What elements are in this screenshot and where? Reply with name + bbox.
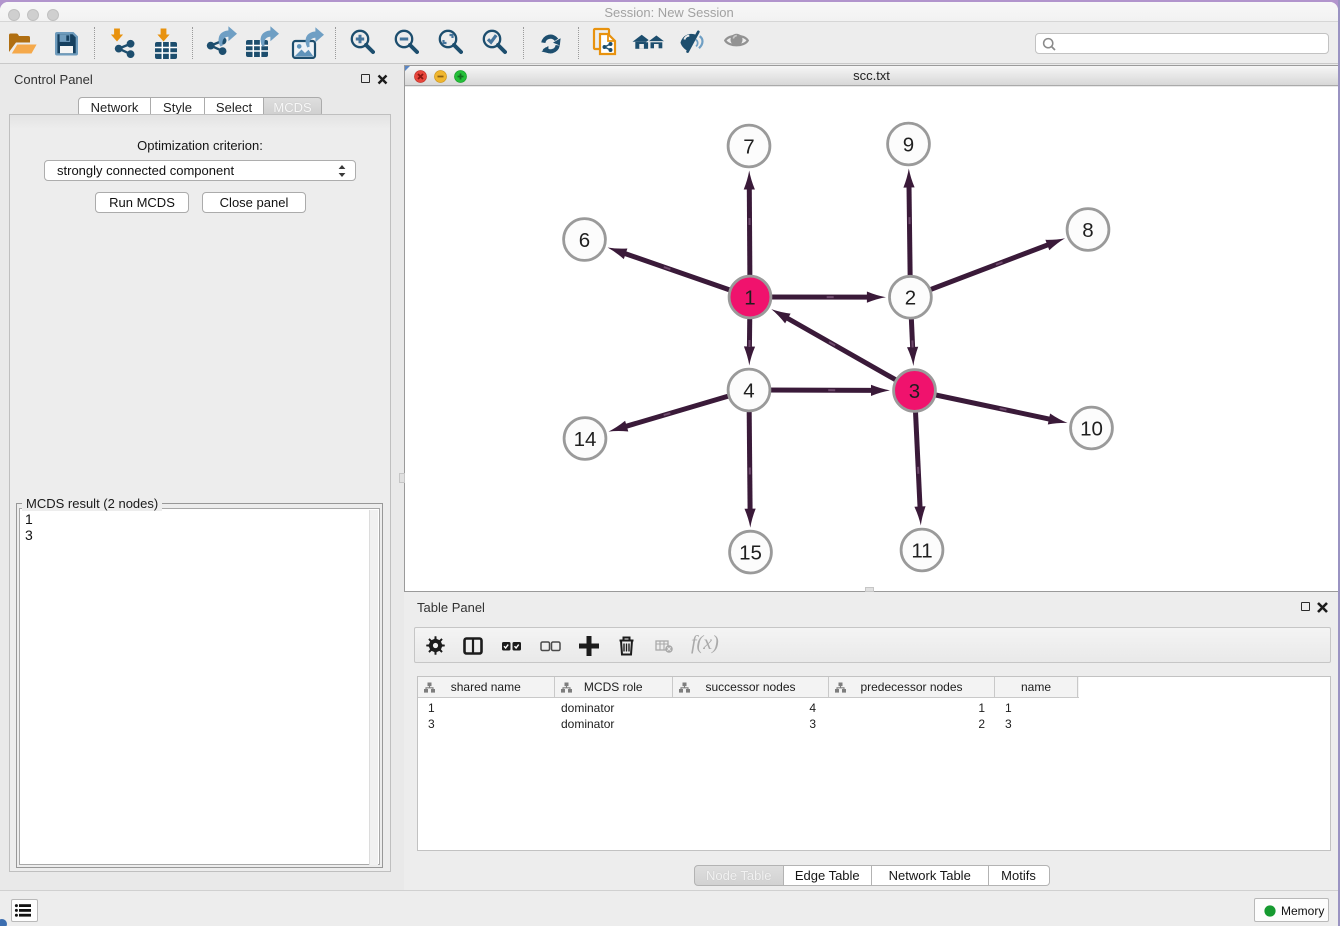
svg-text:11: 11 — [911, 539, 932, 562]
svg-text:14: 14 — [574, 428, 597, 451]
svg-text:8: 8 — [1082, 219, 1093, 242]
svg-text:1: 1 — [744, 286, 755, 309]
svg-text:4: 4 — [743, 379, 754, 402]
svg-text:3: 3 — [909, 380, 920, 403]
svg-text:2: 2 — [905, 287, 916, 310]
svg-text:7: 7 — [743, 135, 754, 158]
svg-text:10: 10 — [1080, 417, 1103, 440]
svg-text:6: 6 — [579, 229, 590, 252]
svg-text:9: 9 — [903, 133, 914, 156]
svg-text:15: 15 — [739, 541, 762, 564]
